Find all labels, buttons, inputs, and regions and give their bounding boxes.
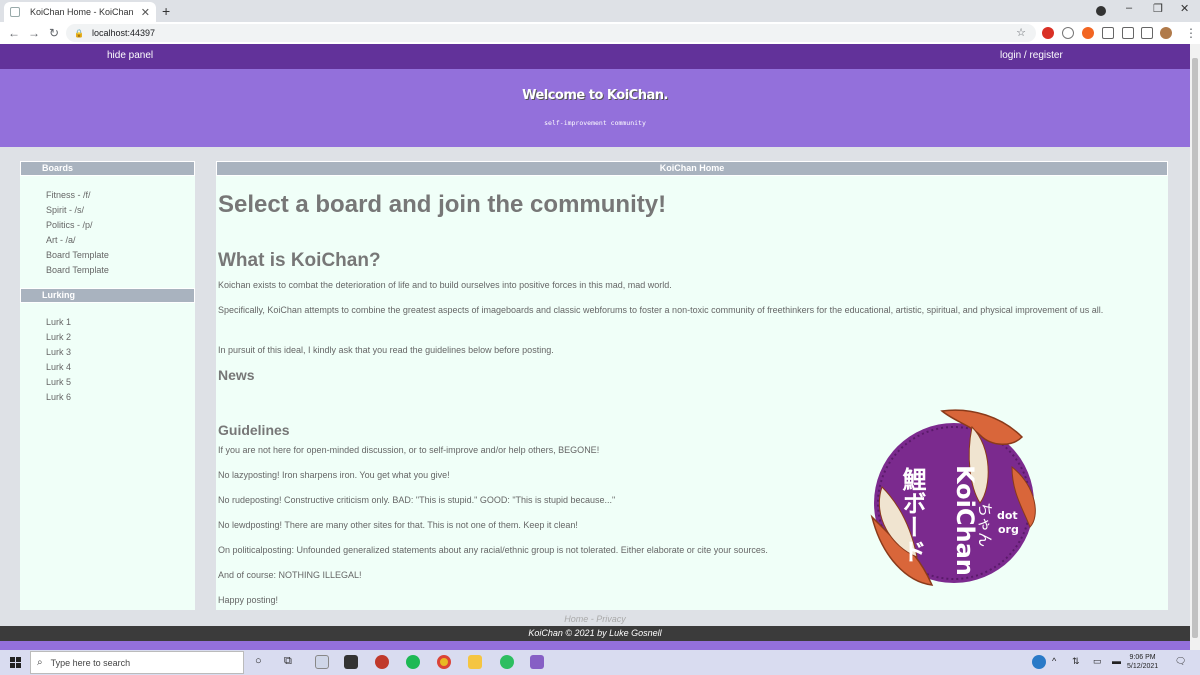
store-icon[interactable]: [344, 655, 358, 669]
guidelines-heading: Guidelines: [218, 422, 290, 438]
login-register-link[interactable]: login / register: [1000, 50, 1063, 61]
cortana-icon[interactable]: ○: [255, 655, 262, 667]
board-link-fitness[interactable]: Fitness - /f/: [46, 188, 195, 203]
lurk-link[interactable]: Lurk 3: [46, 345, 195, 360]
page-scrollbar[interactable]: [1190, 44, 1200, 650]
clock-time: 9:06 PM: [1129, 654, 1156, 661]
scrollbar-thumb[interactable]: [1192, 58, 1198, 638]
dropbox-icon[interactable]: [315, 655, 329, 669]
site-subtitle: self-improvement community: [544, 119, 646, 127]
top-nav: hide panel login / register: [0, 44, 1190, 69]
main-header: KoiChan Home: [216, 161, 1168, 176]
web-page: hide panel login / register Welcome to K…: [0, 44, 1190, 650]
board-link-politics[interactable]: Politics - /p/: [46, 218, 195, 233]
tab-title: KoiChan Home - KoiChan: [30, 7, 134, 17]
boards-header: Boards: [20, 161, 195, 176]
board-link-spirit[interactable]: Spirit - /s/: [46, 203, 195, 218]
lock-icon[interactable]: 🔒: [74, 29, 84, 38]
footer-links[interactable]: Home - Privacy: [0, 614, 1190, 624]
network-tray-icon[interactable]: ⇅: [1072, 656, 1080, 667]
taskbar: ⌕ Type here to search ○ ⧉ ^ ⇅ ▭ ▬ 9:06 P…: [0, 650, 1200, 675]
tab-search-icon[interactable]: [1096, 6, 1106, 16]
taskbar-search[interactable]: ⌕ Type here to search: [30, 651, 244, 674]
storage-tray-icon[interactable]: ▭: [1093, 656, 1102, 667]
visual-studio-icon[interactable]: [530, 655, 544, 669]
spotify-icon[interactable]: [406, 655, 420, 669]
footer-strip: [0, 641, 1190, 650]
hide-panel-link[interactable]: hide panel: [107, 50, 153, 61]
bookmark-star-icon[interactable]: ☆: [1016, 26, 1026, 39]
logo-org: org: [998, 523, 1019, 536]
show-hidden-icons[interactable]: ^: [1052, 656, 1056, 666]
lurking-header: Lurking: [20, 288, 195, 303]
search-icon: ⌕: [37, 657, 43, 668]
url-text: localhost:44397: [91, 28, 156, 38]
lurk-link[interactable]: Lurk 1: [46, 315, 195, 330]
logo-dot: dot: [997, 509, 1018, 522]
minimize-button[interactable]: –: [1126, 2, 1132, 14]
new-tab-button[interactable]: +: [162, 3, 170, 19]
footer: KoiChan © 2021 by Luke Gosnell: [0, 626, 1190, 641]
video-extension-icon[interactable]: [1102, 27, 1114, 39]
guideline-item: Happy posting!: [218, 595, 279, 605]
windows-start-icon[interactable]: [10, 657, 21, 668]
what-paragraph: Koichan exists to combat the deteriorati…: [218, 280, 672, 290]
chrome-icon[interactable]: [437, 655, 451, 669]
back-icon[interactable]: ←: [4, 26, 24, 40]
camera-extension-icon[interactable]: [1122, 27, 1134, 39]
adblock-extension-icon[interactable]: [1042, 27, 1054, 39]
sidebar: Boards Fitness - /f/ Spirit - /s/ Politi…: [20, 161, 195, 610]
help-tray-icon[interactable]: [1032, 655, 1046, 669]
clock-date: 5/12/2021: [1127, 663, 1159, 670]
lurk-link[interactable]: Lurk 5: [46, 375, 195, 390]
forward-icon[interactable]: →: [24, 26, 44, 40]
lurk-link[interactable]: Lurk 4: [46, 360, 195, 375]
boards-list: Fitness - /f/ Spirit - /s/ Politics - /p…: [20, 176, 195, 288]
koichan-logo: 鯉ボード KoiChan ちゃん dot org: [870, 409, 1036, 586]
board-link-art[interactable]: Art - /a/: [46, 233, 195, 248]
lurk-link[interactable]: Lurk 6: [46, 390, 195, 405]
task-view-icon[interactable]: ⧉: [284, 655, 292, 668]
what-heading: What is KoiChan?: [218, 250, 381, 271]
duckduckgo-extension-icon[interactable]: [1082, 27, 1094, 39]
close-tab-icon[interactable]: ✕: [141, 6, 150, 19]
browser-tabstrip: KoiChan Home - KoiChan ✕ + – ❐ ✕: [0, 0, 1200, 22]
evernote-icon[interactable]: [500, 655, 514, 669]
page-heading: Select a board and join the community!: [218, 191, 667, 218]
maximize-button[interactable]: ❐: [1153, 2, 1163, 15]
lurk-link[interactable]: Lurk 2: [46, 330, 195, 345]
vivaldi-icon[interactable]: [375, 655, 389, 669]
address-bar[interactable]: 🔒 localhost:44397 ☆: [66, 24, 1036, 42]
search-placeholder: Type here to search: [50, 657, 131, 668]
lurking-list: Lurk 1 Lurk 2 Lurk 3 Lurk 4 Lurk 5 Lurk …: [20, 303, 195, 415]
browser-tab[interactable]: KoiChan Home - KoiChan ✕: [4, 2, 156, 22]
logo-kanji: 鯉ボード: [898, 467, 926, 563]
page-favicon-icon: [10, 7, 20, 17]
battery-tray-icon[interactable]: ▬: [1112, 656, 1121, 666]
logo-chan-kana: ちゃん: [976, 502, 994, 547]
browser-toolbar: ← → ↻ 🔒 localhost:44397 ☆ ⋮: [0, 22, 1200, 44]
board-link-template[interactable]: Board Template: [46, 248, 195, 263]
what-paragraph: In pursuit of this ideal, I kindly ask t…: [218, 345, 554, 355]
site-banner: Welcome to KoiChan. self-improvement com…: [0, 69, 1190, 147]
what-paragraph: Specifically, KoiChan attempts to combin…: [218, 305, 1104, 315]
board-link-template[interactable]: Board Template: [46, 263, 195, 278]
notifications-icon[interactable]: 🗨: [1175, 656, 1186, 667]
taskbar-clock[interactable]: 9:06 PM 5/12/2021: [1127, 653, 1158, 671]
news-heading: News: [218, 367, 255, 383]
puzzle-extensions-icon[interactable]: [1141, 27, 1153, 39]
close-window-button[interactable]: ✕: [1180, 2, 1189, 15]
reload-icon[interactable]: ↻: [44, 26, 64, 40]
browser-menu-icon[interactable]: ⋮: [1185, 26, 1197, 40]
file-explorer-icon[interactable]: [468, 655, 482, 669]
site-title: Welcome to KoiChan.: [522, 88, 668, 103]
check-extension-icon[interactable]: [1062, 27, 1074, 39]
logo-koichan: KoiChan: [951, 465, 979, 576]
profile-avatar[interactable]: [1160, 27, 1172, 39]
